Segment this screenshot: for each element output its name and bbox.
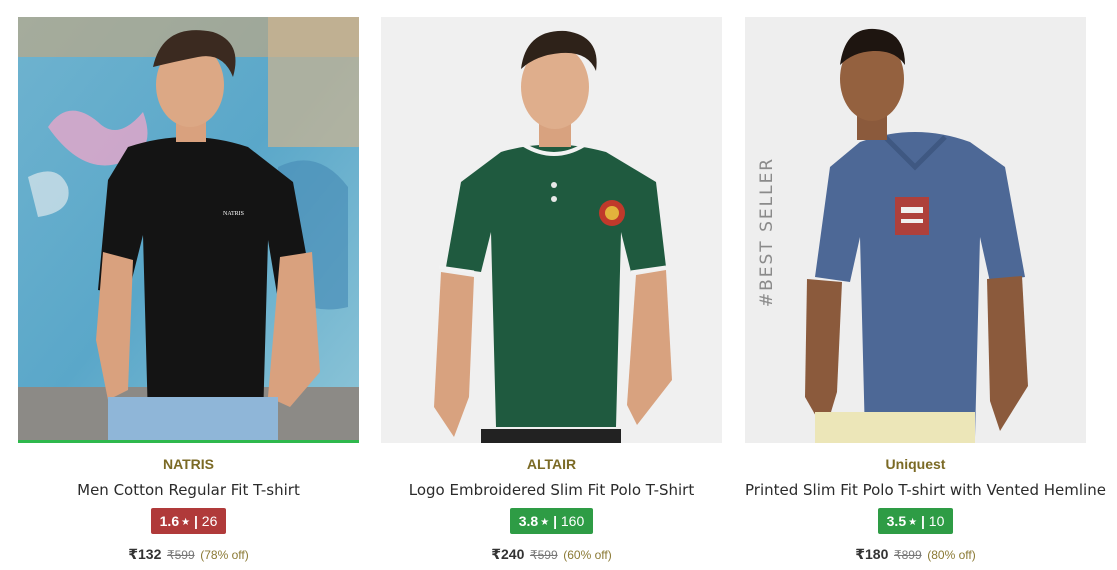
product-image[interactable] <box>381 17 722 443</box>
product-info: Uniquest Printed Slim Fit Polo T-shirt w… <box>745 456 1106 563</box>
product-card[interactable]: #BEST SELLER Uniquest Printed Slim Fit P… <box>745 17 1106 567</box>
best-seller-tag: #BEST SELLER <box>753 157 781 307</box>
rating-count: 26 <box>201 513 218 529</box>
brand-name: NATRIS <box>162 456 215 472</box>
best-seller-label: #BEST SELLER <box>757 156 778 308</box>
selling-price: ₹180 <box>855 546 889 562</box>
rating-separator: | <box>193 513 198 529</box>
star-icon: ★ <box>540 517 550 528</box>
product-image[interactable]: NATRIS <box>18 17 359 443</box>
product-card[interactable]: NATRIS NATRIS Men Cotton Regular Fit T-s… <box>18 17 359 567</box>
rating-value: 1.6 <box>159 513 180 529</box>
product-photo <box>381 17 722 443</box>
product-photo <box>745 17 1086 443</box>
rating-count: 10 <box>928 513 945 529</box>
mrp-price: ₹899 <box>893 548 922 562</box>
mrp-price: ₹599 <box>529 548 558 562</box>
product-title[interactable]: Logo Embroidered Slim Fit Polo T-Shirt <box>381 481 722 499</box>
rating-badge: 3.8 ★ | 160 <box>509 508 594 534</box>
selling-price: ₹132 <box>128 546 162 562</box>
product-info: ALTAIR Logo Embroidered Slim Fit Polo T-… <box>381 456 722 563</box>
discount-text: (60% off) <box>563 548 612 562</box>
rating-badge: 3.5 ★ | 10 <box>877 508 954 534</box>
chest-logo: NATRIS <box>223 211 244 217</box>
brand-name: ALTAIR <box>526 456 577 472</box>
discount-text: (78% off) <box>200 548 249 562</box>
rating-separator: | <box>553 513 557 529</box>
rating-value: 3.8 <box>518 513 539 529</box>
product-card[interactable]: ALTAIR Logo Embroidered Slim Fit Polo T-… <box>381 17 722 567</box>
product-info: NATRIS Men Cotton Regular Fit T-shirt 1.… <box>18 456 359 563</box>
product-image[interactable]: #BEST SELLER <box>745 17 1086 443</box>
star-icon: ★ <box>181 517 191 528</box>
price-row: ₹132 ₹599 (78% off) <box>18 546 359 563</box>
mrp-price: ₹599 <box>166 548 195 562</box>
rating-count: 160 <box>560 513 585 529</box>
rating-badge: 1.6 ★ | 26 <box>150 508 227 534</box>
price-row: ₹180 ₹899 (80% off) <box>745 546 1086 563</box>
product-title[interactable]: Printed Slim Fit Polo T-shirt with Vente… <box>745 481 1106 499</box>
product-photo: NATRIS <box>18 17 359 440</box>
price-row: ₹240 ₹599 (60% off) <box>381 546 722 563</box>
product-title[interactable]: Men Cotton Regular Fit T-shirt <box>18 481 359 499</box>
brand-name: Uniquest <box>885 456 946 472</box>
discount-text: (80% off) <box>927 548 976 562</box>
star-icon: ★ <box>908 517 918 528</box>
rating-value: 3.5 <box>886 513 907 529</box>
selling-price: ₹240 <box>491 546 525 562</box>
rating-separator: | <box>920 513 925 529</box>
product-grid: NATRIS NATRIS Men Cotton Regular Fit T-s… <box>0 0 1117 570</box>
